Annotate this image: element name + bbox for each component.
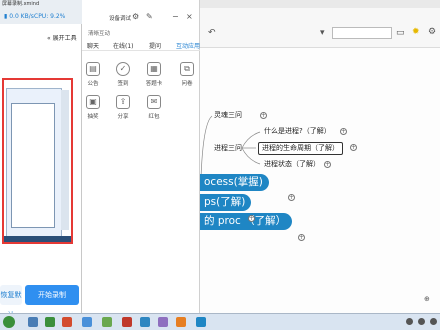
ribbon-topic-3[interactable]: 的 proc （了解） <box>200 213 293 230</box>
feature-announcement[interactable]: ▤ 公告 <box>79 62 107 87</box>
taskbar-app-8-icon[interactable] <box>158 317 168 327</box>
tray-network-icon[interactable] <box>406 318 413 325</box>
mindmap-canvas: 灵魂三问 + 进程三问 什么是进程?（了解） + 进程的生命周期（了解） + 进… <box>200 48 440 313</box>
recorder-header: 屏幕录制.xmind ▮ 0.0 KB/s CPU: 9.2% <box>0 0 82 24</box>
screen-recorder-window: 屏幕录制.xmind ▮ 0.0 KB/s CPU: 9.2% « 展开工具 恢… <box>0 0 82 319</box>
questionnaire-icon: ⧉ <box>180 62 194 76</box>
expand-ribbon-1-icon[interactable]: + <box>288 194 295 201</box>
tab-online[interactable]: 在线(1) <box>113 41 134 50</box>
topic-process-questions[interactable]: 进程三问 <box>214 144 242 153</box>
recording-area-preview[interactable] <box>2 78 73 244</box>
announcement-icon: ▤ <box>86 62 100 76</box>
preview-sidebar <box>61 90 69 230</box>
zoom-control-icon[interactable]: ⊕ <box>424 294 430 304</box>
desktop: ↶ ▾ ▭ ✹ ⚙ 灵魂三问 + 进程三问 什么是进程?（了解） + 进程的生命… <box>0 0 440 330</box>
gear-icon[interactable]: ⚙ <box>132 12 139 21</box>
taskbar-app-5-icon[interactable] <box>102 317 112 327</box>
feature-label: 抽奖 <box>87 114 99 120</box>
toolbar-dropdown-icon[interactable]: ▾ <box>320 28 325 38</box>
taskbar <box>0 313 440 330</box>
recorder-tools-row: « 展开工具 <box>0 32 82 44</box>
toolbar-gear-icon[interactable]: ⚙ <box>428 27 436 37</box>
expand-tools-label: 展开工具 <box>52 35 77 42</box>
taskbar-app-1-icon[interactable] <box>28 317 38 327</box>
expand-ribbon-3-icon[interactable]: + <box>298 234 305 241</box>
recorder-file-title: 屏幕录制.xmind <box>2 1 40 7</box>
expand-lifecycle-icon[interactable]: + <box>350 144 357 151</box>
toolbar-undo-icon[interactable]: ↶ <box>208 28 216 38</box>
tab-interactive-apps[interactable]: 互动应用 <box>176 41 200 50</box>
tab-question[interactable]: 提问 <box>149 41 161 50</box>
taskbar-app-4-icon[interactable] <box>82 317 92 327</box>
feature-lottery[interactable]: ▣ 抽奖 <box>79 95 107 120</box>
feature-label: 红包 <box>148 114 160 120</box>
tray-volume-icon[interactable] <box>418 318 425 325</box>
preview-taskbar <box>4 236 71 242</box>
network-speed-value: 0.0 KB/s <box>9 13 34 20</box>
topic-soul-questions[interactable]: 灵魂三问 <box>214 111 242 120</box>
feature-label: 分享 <box>117 114 129 120</box>
network-speed: ▮ 0.0 KB/s <box>4 13 34 20</box>
share-icon: ⇪ <box>116 95 130 109</box>
toolbar-bulb-icon[interactable]: ✹ <box>412 27 420 37</box>
expand-state-icon[interactable]: + <box>324 161 331 168</box>
pin-icon[interactable]: ✎ <box>146 12 153 21</box>
lottery-icon: ▣ <box>86 95 100 109</box>
preview-browser <box>6 88 62 238</box>
reset-default-button[interactable]: 恢复默认 <box>0 285 22 319</box>
preview-window <box>11 103 55 228</box>
editor-toolbar: ↶ ▾ ▭ ✹ ⚙ <box>200 8 440 48</box>
taskbar-app-3-icon[interactable] <box>62 317 72 327</box>
feature-share[interactable]: ⇪ 分享 <box>109 95 137 120</box>
ribbon-topic-2[interactable]: ps(了解) <box>200 194 252 211</box>
ribbon-topic-1[interactable]: ocess(掌握) <box>200 174 269 191</box>
expand-ribbon-2-icon[interactable]: + <box>248 215 255 222</box>
close-icon[interactable]: × <box>186 12 193 21</box>
wifi-icon: ▮ <box>4 13 8 20</box>
taskbar-app-6-icon[interactable] <box>122 317 132 327</box>
taskbar-app-2-icon[interactable] <box>45 317 55 327</box>
chevron-left-icon: « <box>47 35 51 42</box>
tray-notification-icon[interactable] <box>430 318 437 325</box>
start-button-icon[interactable] <box>3 316 15 328</box>
cpu-usage: CPU: 9.2% <box>34 13 66 20</box>
tab-chat[interactable]: 聊天 <box>87 41 99 50</box>
minimize-icon[interactable]: − <box>172 12 179 21</box>
red-packet-icon: ✉ <box>147 95 161 109</box>
feature-answer-card[interactable]: ▦ 答题卡 <box>140 62 168 87</box>
taskbar-app-7-icon[interactable] <box>140 317 150 327</box>
feature-label: 问卷 <box>181 81 193 87</box>
toolbar-search-input[interactable] <box>332 27 392 39</box>
topic-what-is-process[interactable]: 什么是进程?（了解） <box>264 127 331 136</box>
expand-soul-icon[interactable]: + <box>260 112 267 119</box>
meeting-panel: 设备调试 ⚙ ✎ − × 清晰互动 聊天 在线(1) 提问 互动应用 ▤ 公告 … <box>82 0 200 313</box>
feature-label: 公告 <box>87 81 99 87</box>
topic-process-state[interactable]: 进程状态（了解） <box>264 160 320 169</box>
meeting-header: 设备调试 ⚙ ✎ − × <box>82 10 200 24</box>
feature-label: 签到 <box>117 81 129 87</box>
mindmap-editor-window: ↶ ▾ ▭ ✹ ⚙ 灵魂三问 + 进程三问 什么是进程?（了解） + 进程的生命… <box>200 0 440 313</box>
start-recording-button[interactable]: 开始录制 <box>25 285 79 305</box>
sign-in-icon: ✓ <box>116 62 130 76</box>
toolbar-window-icon[interactable]: ▭ <box>396 28 405 38</box>
taskbar-app-9-icon[interactable] <box>176 317 186 327</box>
expand-what-icon[interactable]: + <box>340 128 347 135</box>
feature-sign-in[interactable]: ✓ 签到 <box>109 62 137 87</box>
meeting-subtitle: 清晰互动 <box>88 31 111 37</box>
taskbar-app-10-icon[interactable] <box>196 317 206 327</box>
meeting-tabs: 聊天 在线(1) 提问 互动应用 <box>82 40 200 51</box>
answer-card-icon: ▦ <box>147 62 161 76</box>
topic-process-lifecycle[interactable]: 进程的生命周期（了解） <box>258 142 343 155</box>
device-debug-label[interactable]: 设备调试 <box>109 14 131 22</box>
expand-tools-button[interactable]: « 展开工具 <box>47 33 77 42</box>
feature-label: 答题卡 <box>145 81 163 87</box>
editor-title-bar <box>200 0 440 8</box>
feature-red-packet[interactable]: ✉ 红包 <box>140 95 168 120</box>
feature-questionnaire[interactable]: ⧉ 问卷 <box>173 62 201 87</box>
